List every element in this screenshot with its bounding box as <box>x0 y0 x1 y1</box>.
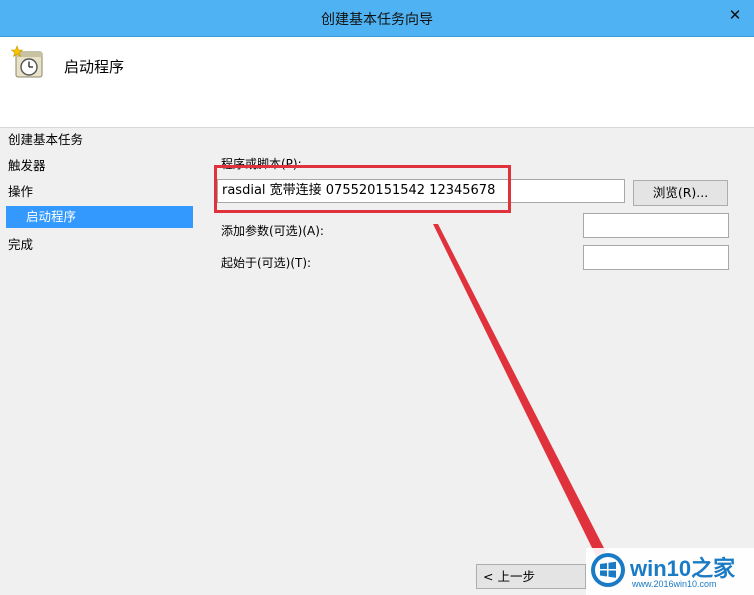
annotation-arrow <box>433 224 606 556</box>
watermark: win10之家 www.2016win10.com <box>586 548 754 595</box>
back-button[interactable]: < 上一步 <box>476 564 586 589</box>
watermark-url: www.2016win10.com <box>632 579 717 589</box>
win10-logo-icon <box>591 553 625 587</box>
